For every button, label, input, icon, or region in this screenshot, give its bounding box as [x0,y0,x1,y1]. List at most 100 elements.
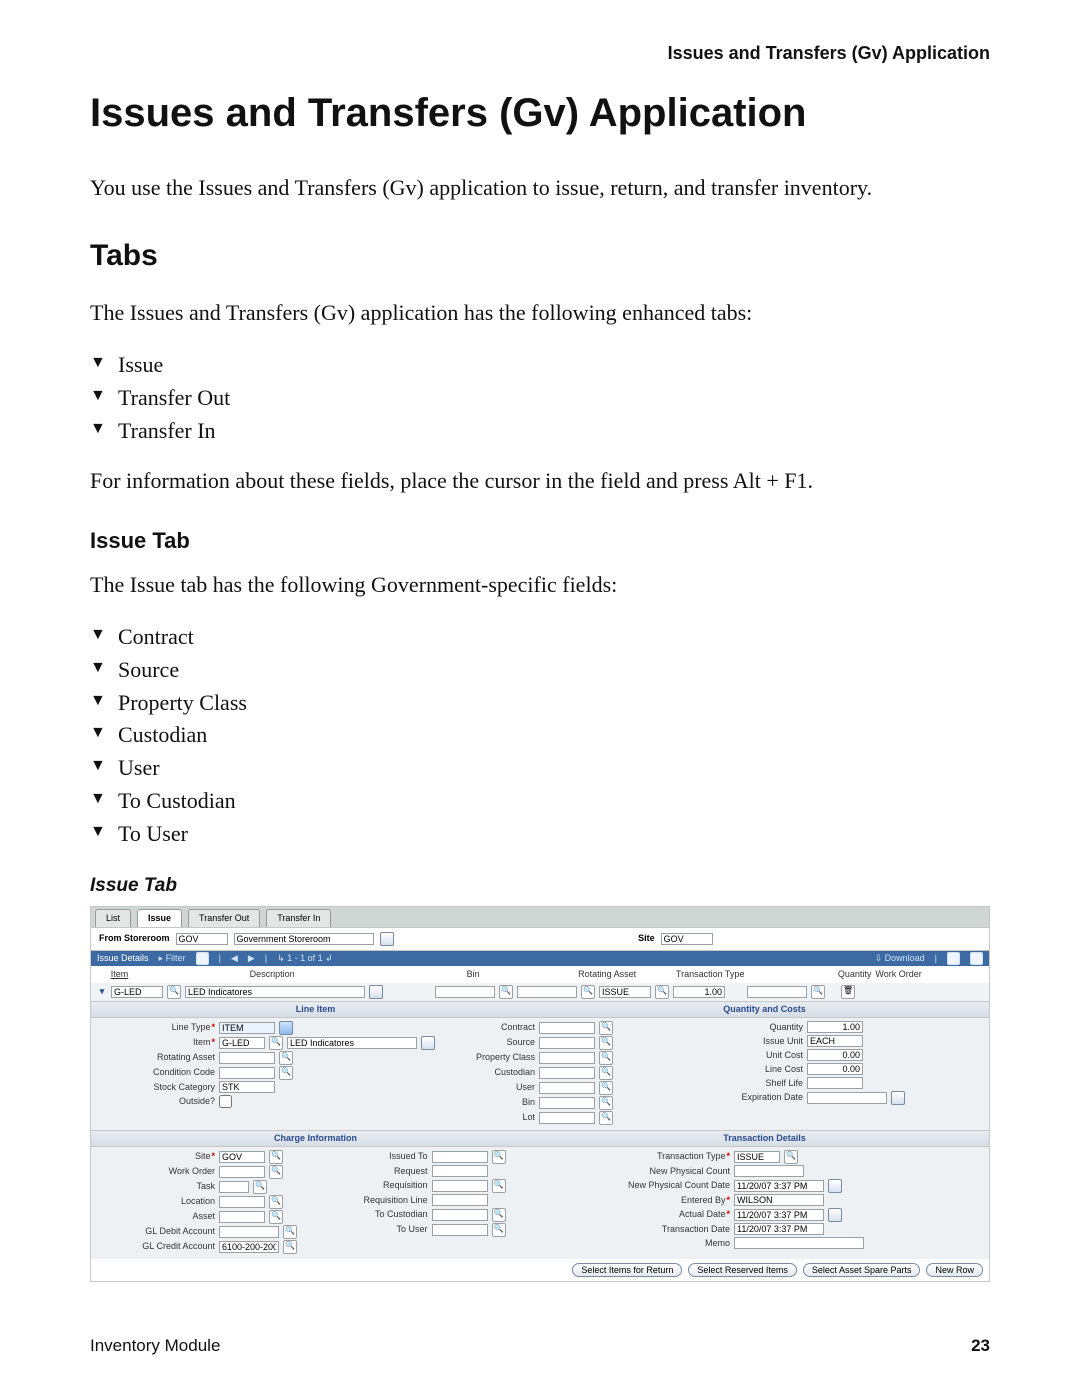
prev-page-icon[interactable]: ◀ [231,952,238,965]
ci-gl-debit-input[interactable] [219,1226,279,1238]
td-memo-input[interactable] [734,1237,864,1249]
unit-cost-input[interactable] [807,1049,863,1061]
custodian-lookup-icon[interactable] [599,1066,613,1080]
row-transaction-type-input[interactable] [599,986,651,998]
section-transaction-details: Transaction Details [540,1130,989,1147]
ci-issued-to-label: Issued To [318,1150,428,1163]
ci-requisition-line-input [432,1194,488,1206]
td-type-input[interactable] [734,1151,780,1163]
issue-details-bar: Issue Details ▸ Filter | ◀ ▶ | ↳ 1 - 1 o… [91,951,989,966]
panel-transaction-details: Transaction Type* New Physical Count New… [540,1149,985,1255]
user-input[interactable] [539,1082,595,1094]
td-transaction-date-input [734,1223,824,1235]
select-asset-spare-parts-button[interactable]: Select Asset Spare Parts [803,1263,921,1277]
line-cost-input [807,1063,863,1075]
tab-transfer-in[interactable]: Transfer In [266,909,331,927]
property-class-input[interactable] [539,1052,595,1064]
select-reserved-items-button[interactable]: Select Reserved Items [688,1263,797,1277]
row-rotating-asset-lookup-icon[interactable] [581,985,595,999]
tab-list[interactable]: List [95,909,131,927]
row-delete-icon[interactable] [841,985,855,999]
row-item-lookup-icon[interactable] [167,985,181,999]
ci-requisition-input[interactable] [432,1180,488,1192]
ci-gl-debit-lookup-icon[interactable] [283,1225,297,1239]
row-transaction-type-lookup-icon[interactable] [655,985,669,999]
bin-input[interactable] [539,1097,595,1109]
ci-asset-lookup-icon[interactable] [269,1210,283,1224]
ci-location-input[interactable] [219,1196,265,1208]
select-items-for-return-button[interactable]: Select Items for Return [572,1263,682,1277]
rotating-asset-input[interactable] [219,1052,275,1064]
quantity-input[interactable] [807,1021,863,1033]
row-item-input[interactable] [111,986,163,998]
download-link[interactable]: ⇩ Download [875,952,925,965]
ci-to-user-input[interactable] [432,1224,488,1236]
row-description [185,986,365,998]
row-rotating-asset-input[interactable] [517,986,577,998]
calendar-icon[interactable] [891,1091,905,1105]
calendar-icon[interactable] [828,1179,842,1193]
list-item: Source [90,654,990,686]
filter-icon[interactable] [196,952,209,965]
stock-category-label: Stock Category [95,1081,215,1094]
tab-issue[interactable]: Issue [137,909,182,927]
col-item[interactable]: Item [111,968,246,981]
lot-input[interactable] [539,1112,595,1124]
ci-site-input[interactable] [219,1151,265,1163]
ci-requisition-lookup-icon[interactable] [492,1179,506,1193]
ci-site-lookup-icon[interactable] [269,1150,283,1164]
td-type-lookup-icon[interactable] [784,1150,798,1164]
ci-issued-to-lookup-icon[interactable] [492,1150,506,1164]
rotating-asset-lookup-icon[interactable] [279,1051,293,1065]
ci-gl-credit-label: GL Credit Account [95,1240,215,1253]
ci-to-user-lookup-icon[interactable] [492,1223,506,1237]
item-lookup-icon[interactable] [269,1036,283,1050]
ci-work-order-lookup-icon[interactable] [269,1165,283,1179]
next-page-icon[interactable]: ▶ [248,952,255,965]
row-quantity-input[interactable] [673,986,725,998]
condition-code-lookup-icon[interactable] [279,1066,293,1080]
row-work-order-input[interactable] [747,986,807,998]
ci-task-input[interactable] [219,1181,249,1193]
from-storeroom-input[interactable] [176,933,228,945]
calendar-icon[interactable] [828,1208,842,1222]
row-description-detail-icon[interactable] [369,985,383,999]
outside-checkbox[interactable] [219,1095,232,1108]
row-bin-input[interactable] [435,986,495,998]
item-detail-icon[interactable] [421,1036,435,1050]
row-expander-icon[interactable]: ▾ [97,985,107,998]
storeroom-row: From Storeroom Site [91,927,989,951]
bin-lookup-icon[interactable] [599,1096,613,1110]
help-icon[interactable] [947,952,960,965]
new-row-button[interactable]: New Row [926,1263,983,1277]
line-type-select[interactable] [219,1022,275,1034]
td-new-count-date-input [734,1180,824,1192]
ci-gl-credit-lookup-icon[interactable] [283,1240,297,1254]
storeroom-detail-icon[interactable] [380,932,394,946]
row-bin-lookup-icon[interactable] [499,985,513,999]
source-lookup-icon[interactable] [599,1036,613,1050]
ci-task-lookup-icon[interactable] [253,1180,267,1194]
ci-work-order-input[interactable] [219,1166,265,1178]
tab-transfer-out[interactable]: Transfer Out [188,909,260,927]
ci-to-custodian-input[interactable] [432,1209,488,1221]
filter-link[interactable]: ▸ Filter [159,952,186,965]
ci-location-lookup-icon[interactable] [269,1195,283,1209]
ci-asset-input[interactable] [219,1211,265,1223]
property-class-lookup-icon[interactable] [599,1051,613,1065]
contract-input[interactable] [539,1022,595,1034]
item-input[interactable] [219,1037,265,1049]
custodian-input[interactable] [539,1067,595,1079]
quantity-label: Quantity [613,1021,803,1034]
source-input[interactable] [539,1037,595,1049]
td-new-count-input[interactable] [734,1165,804,1177]
ci-to-custodian-lookup-icon[interactable] [492,1208,506,1222]
line-type-dropdown-icon[interactable] [279,1021,293,1035]
contract-lookup-icon[interactable] [599,1021,613,1035]
ci-issued-to-input[interactable] [432,1151,488,1163]
user-lookup-icon[interactable] [599,1081,613,1095]
settings-icon[interactable] [970,952,983,965]
condition-code-input[interactable] [219,1067,275,1079]
row-work-order-lookup-icon[interactable] [811,985,825,999]
lot-lookup-icon[interactable] [599,1111,613,1125]
